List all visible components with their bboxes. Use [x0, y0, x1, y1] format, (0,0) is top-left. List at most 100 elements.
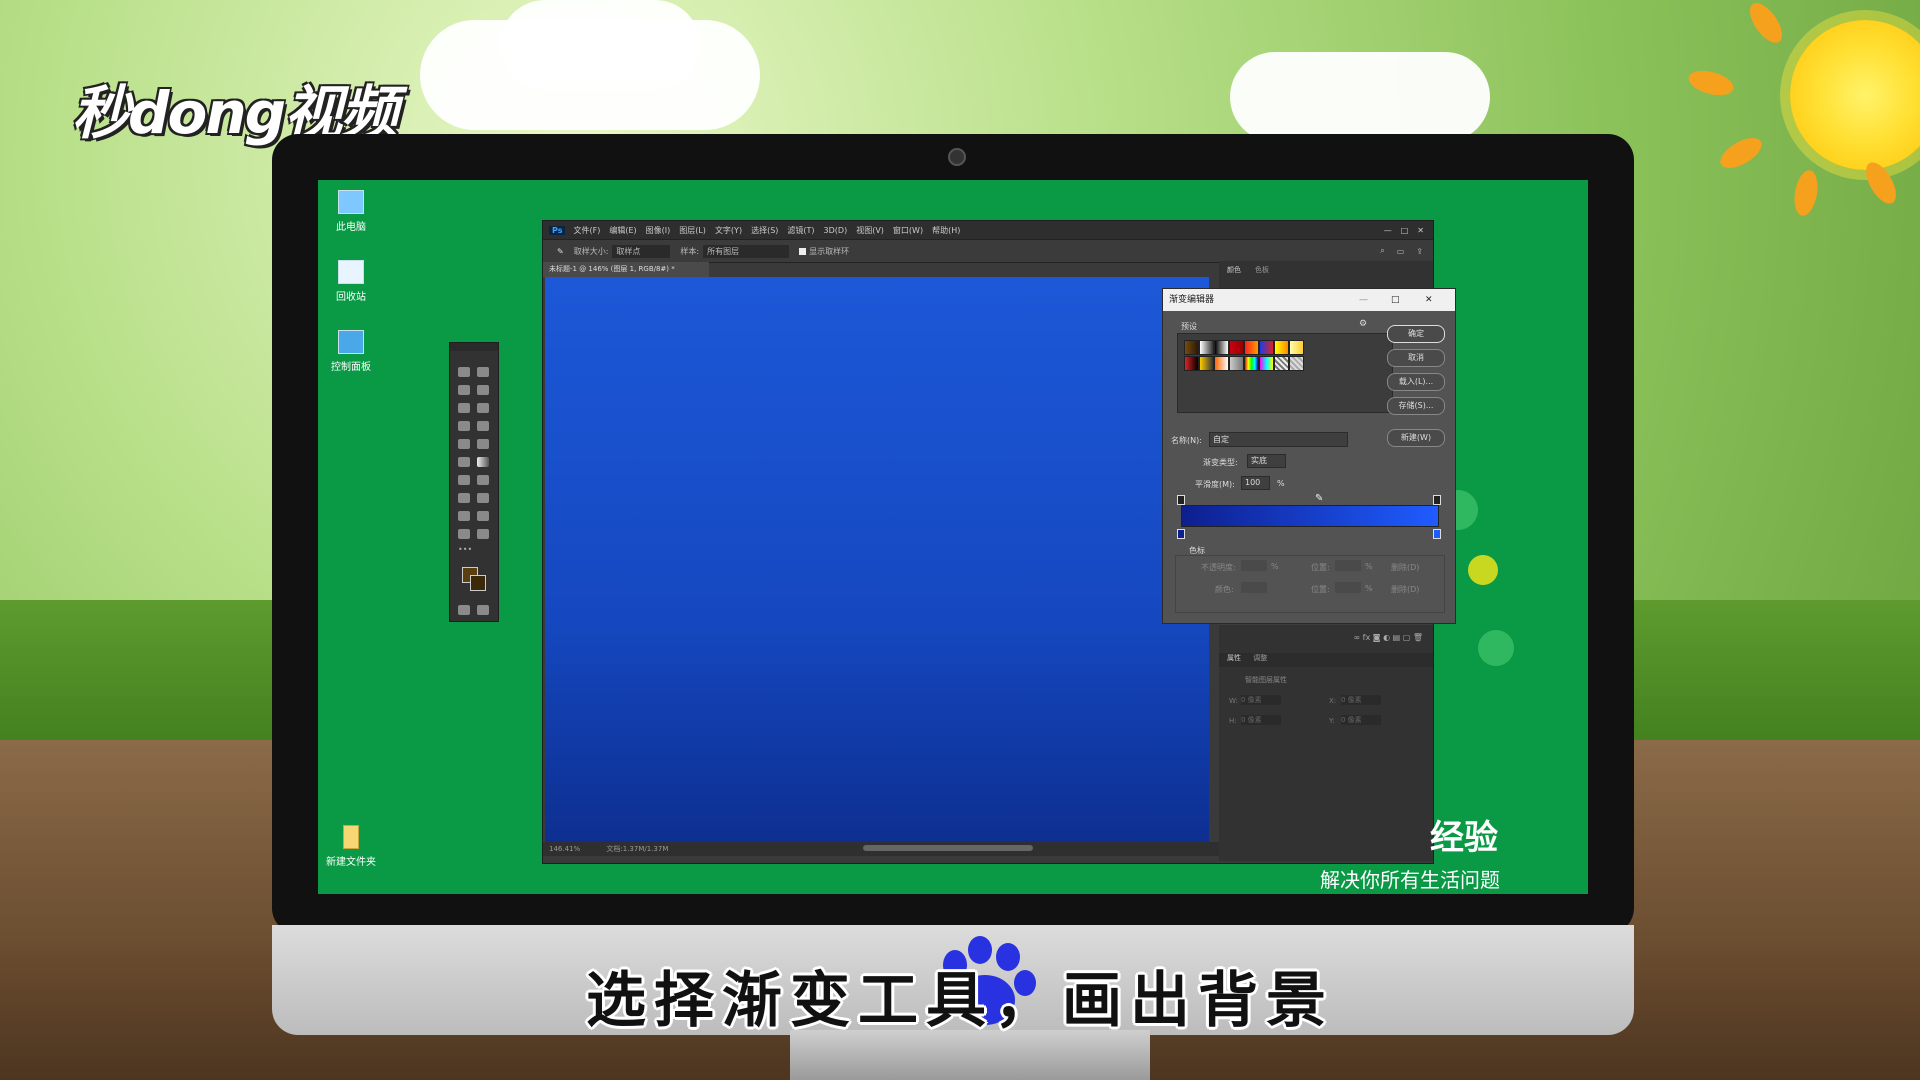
path-select-icon[interactable]: [458, 511, 470, 521]
fx-icon[interactable]: fx: [1363, 633, 1371, 642]
workspace-icon[interactable]: ▭: [1397, 247, 1405, 256]
menu-type[interactable]: 文字(Y): [715, 225, 742, 236]
new-layer-icon[interactable]: ▢: [1403, 633, 1411, 642]
props-h-input[interactable]: 0 像素: [1241, 715, 1281, 725]
tab-adjustments[interactable]: 调整: [1253, 654, 1267, 662]
magic-wand-icon[interactable]: [477, 385, 489, 395]
preset-swatch[interactable]: [1289, 356, 1304, 371]
gradient-preview-bar[interactable]: [1181, 505, 1439, 527]
desktop-icon-control-panel[interactable]: 控制面板: [321, 330, 381, 373]
panel-tab-swatches[interactable]: 色板: [1255, 265, 1269, 275]
preset-swatch[interactable]: [1214, 340, 1229, 355]
marquee-tool-icon[interactable]: [477, 367, 489, 377]
opacity-input[interactable]: [1241, 560, 1267, 571]
name-input[interactable]: 自定: [1209, 432, 1348, 447]
group-icon[interactable]: ▤: [1393, 633, 1401, 642]
stamp-tool-icon[interactable]: [458, 439, 470, 449]
preset-swatch[interactable]: [1274, 340, 1289, 355]
background-color-swatch[interactable]: [470, 575, 486, 591]
screen-mode-icon[interactable]: [477, 605, 489, 615]
minimize-icon[interactable]: —: [1359, 289, 1368, 311]
maximize-button[interactable]: □: [1401, 226, 1409, 235]
color-swatch[interactable]: [1241, 582, 1267, 593]
cancel-button[interactable]: 取消: [1387, 349, 1445, 367]
delete-opacity-button[interactable]: 删除(D): [1391, 562, 1419, 573]
color-stop-left[interactable]: [1177, 529, 1185, 539]
opacity-stop-left[interactable]: [1177, 495, 1185, 505]
delete-color-button[interactable]: 删除(D): [1391, 584, 1419, 595]
trash-icon[interactable]: 🗑: [1413, 633, 1423, 642]
gear-icon[interactable]: ⚙: [1359, 319, 1367, 329]
adjustment-icon[interactable]: ◐: [1383, 633, 1390, 642]
zoom-tool-icon[interactable]: [477, 529, 489, 539]
burn-tool-icon[interactable]: [477, 475, 489, 485]
quick-mask-icon[interactable]: [458, 605, 470, 615]
menu-image[interactable]: 图像(I): [646, 225, 671, 236]
more-tools-icon[interactable]: •••: [458, 546, 472, 554]
preset-swatch[interactable]: [1274, 356, 1289, 371]
save-button[interactable]: 存储(S)...: [1387, 397, 1445, 415]
eraser-tool-icon[interactable]: [458, 457, 470, 467]
preset-swatch[interactable]: [1199, 356, 1214, 371]
eyedropper-icon[interactable]: ✎: [557, 247, 564, 256]
props-x-input[interactable]: 0 像素: [1341, 695, 1381, 705]
sample-select[interactable]: 所有图层: [703, 244, 790, 258]
preset-swatch[interactable]: [1244, 340, 1259, 355]
panel-tab-color[interactable]: 颜色: [1227, 265, 1241, 275]
menu-file[interactable]: 文件(F): [573, 225, 600, 236]
preset-swatch[interactable]: [1184, 340, 1199, 355]
eyedropper-icon[interactable]: [477, 403, 489, 413]
lasso-tool-icon[interactable]: [458, 385, 470, 395]
preset-swatch[interactable]: [1259, 356, 1274, 371]
preset-swatch[interactable]: [1229, 356, 1244, 371]
share-icon[interactable]: ⇪: [1416, 247, 1423, 256]
type-tool-icon[interactable]: [477, 493, 489, 503]
preset-swatch[interactable]: [1214, 356, 1229, 371]
gradient-tool-icon[interactable]: [477, 457, 489, 467]
horizontal-scrollbar[interactable]: [863, 845, 1033, 851]
preset-swatch[interactable]: [1184, 356, 1199, 371]
sample-size-select[interactable]: 取样点: [612, 244, 671, 258]
desktop-icon-recycle-bin[interactable]: 回收站: [321, 260, 381, 303]
preset-swatch[interactable]: [1244, 356, 1259, 371]
props-w-input[interactable]: 0 像素: [1241, 695, 1281, 705]
preset-swatch[interactable]: [1289, 340, 1304, 355]
menu-select[interactable]: 选择(S): [751, 225, 778, 236]
brush-tool-icon[interactable]: [477, 421, 489, 431]
search-icon[interactable]: ⌕: [1380, 246, 1384, 256]
link-layers-icon[interactable]: ∞: [1353, 633, 1360, 642]
gradient-type-select[interactable]: 实底: [1247, 454, 1286, 468]
document-tab[interactable]: 未标题-1 @ 146% (图层 1, RGB/8#) *: [543, 262, 709, 277]
load-button[interactable]: 载入(L)...: [1387, 373, 1445, 391]
dodge-tool-icon[interactable]: [458, 475, 470, 485]
shape-tool-icon[interactable]: [477, 511, 489, 521]
hand-tool-icon[interactable]: [458, 529, 470, 539]
menu-layer[interactable]: 图层(L): [679, 225, 706, 236]
show-ring-checkbox[interactable]: [799, 247, 807, 255]
menu-3d[interactable]: 3D(D): [824, 226, 848, 235]
ok-button[interactable]: 确定: [1387, 325, 1445, 343]
menu-view[interactable]: 视图(V): [856, 225, 884, 236]
close-icon[interactable]: ✕: [1425, 289, 1433, 311]
smoothness-input[interactable]: 100: [1241, 476, 1270, 490]
preset-swatch[interactable]: [1199, 340, 1214, 355]
ps-canvas[interactable]: [545, 277, 1209, 842]
crop-tool-icon[interactable]: [458, 403, 470, 413]
dialog-titlebar[interactable]: 渐变编辑器 — □ ✕: [1163, 289, 1455, 311]
mask-icon[interactable]: ◙: [1373, 633, 1381, 642]
opacity-stop-right[interactable]: [1433, 495, 1441, 505]
healing-brush-icon[interactable]: [458, 421, 470, 431]
menu-edit[interactable]: 编辑(E): [609, 225, 636, 236]
color-location-input[interactable]: [1335, 582, 1361, 593]
maximize-icon[interactable]: □: [1391, 289, 1400, 311]
opacity-location-input[interactable]: [1335, 560, 1361, 571]
menu-help[interactable]: 帮助(H): [932, 225, 960, 236]
new-button[interactable]: 新建(W): [1387, 429, 1445, 447]
desktop-icon-new-folder[interactable]: 新建文件夹: [321, 825, 381, 868]
close-button[interactable]: ✕: [1417, 226, 1424, 235]
pen-tool-icon[interactable]: [458, 493, 470, 503]
minimize-button[interactable]: —: [1384, 226, 1392, 235]
toolbox-grip[interactable]: [450, 343, 498, 351]
tab-properties[interactable]: 属性: [1227, 654, 1241, 662]
preset-swatch[interactable]: [1229, 340, 1244, 355]
